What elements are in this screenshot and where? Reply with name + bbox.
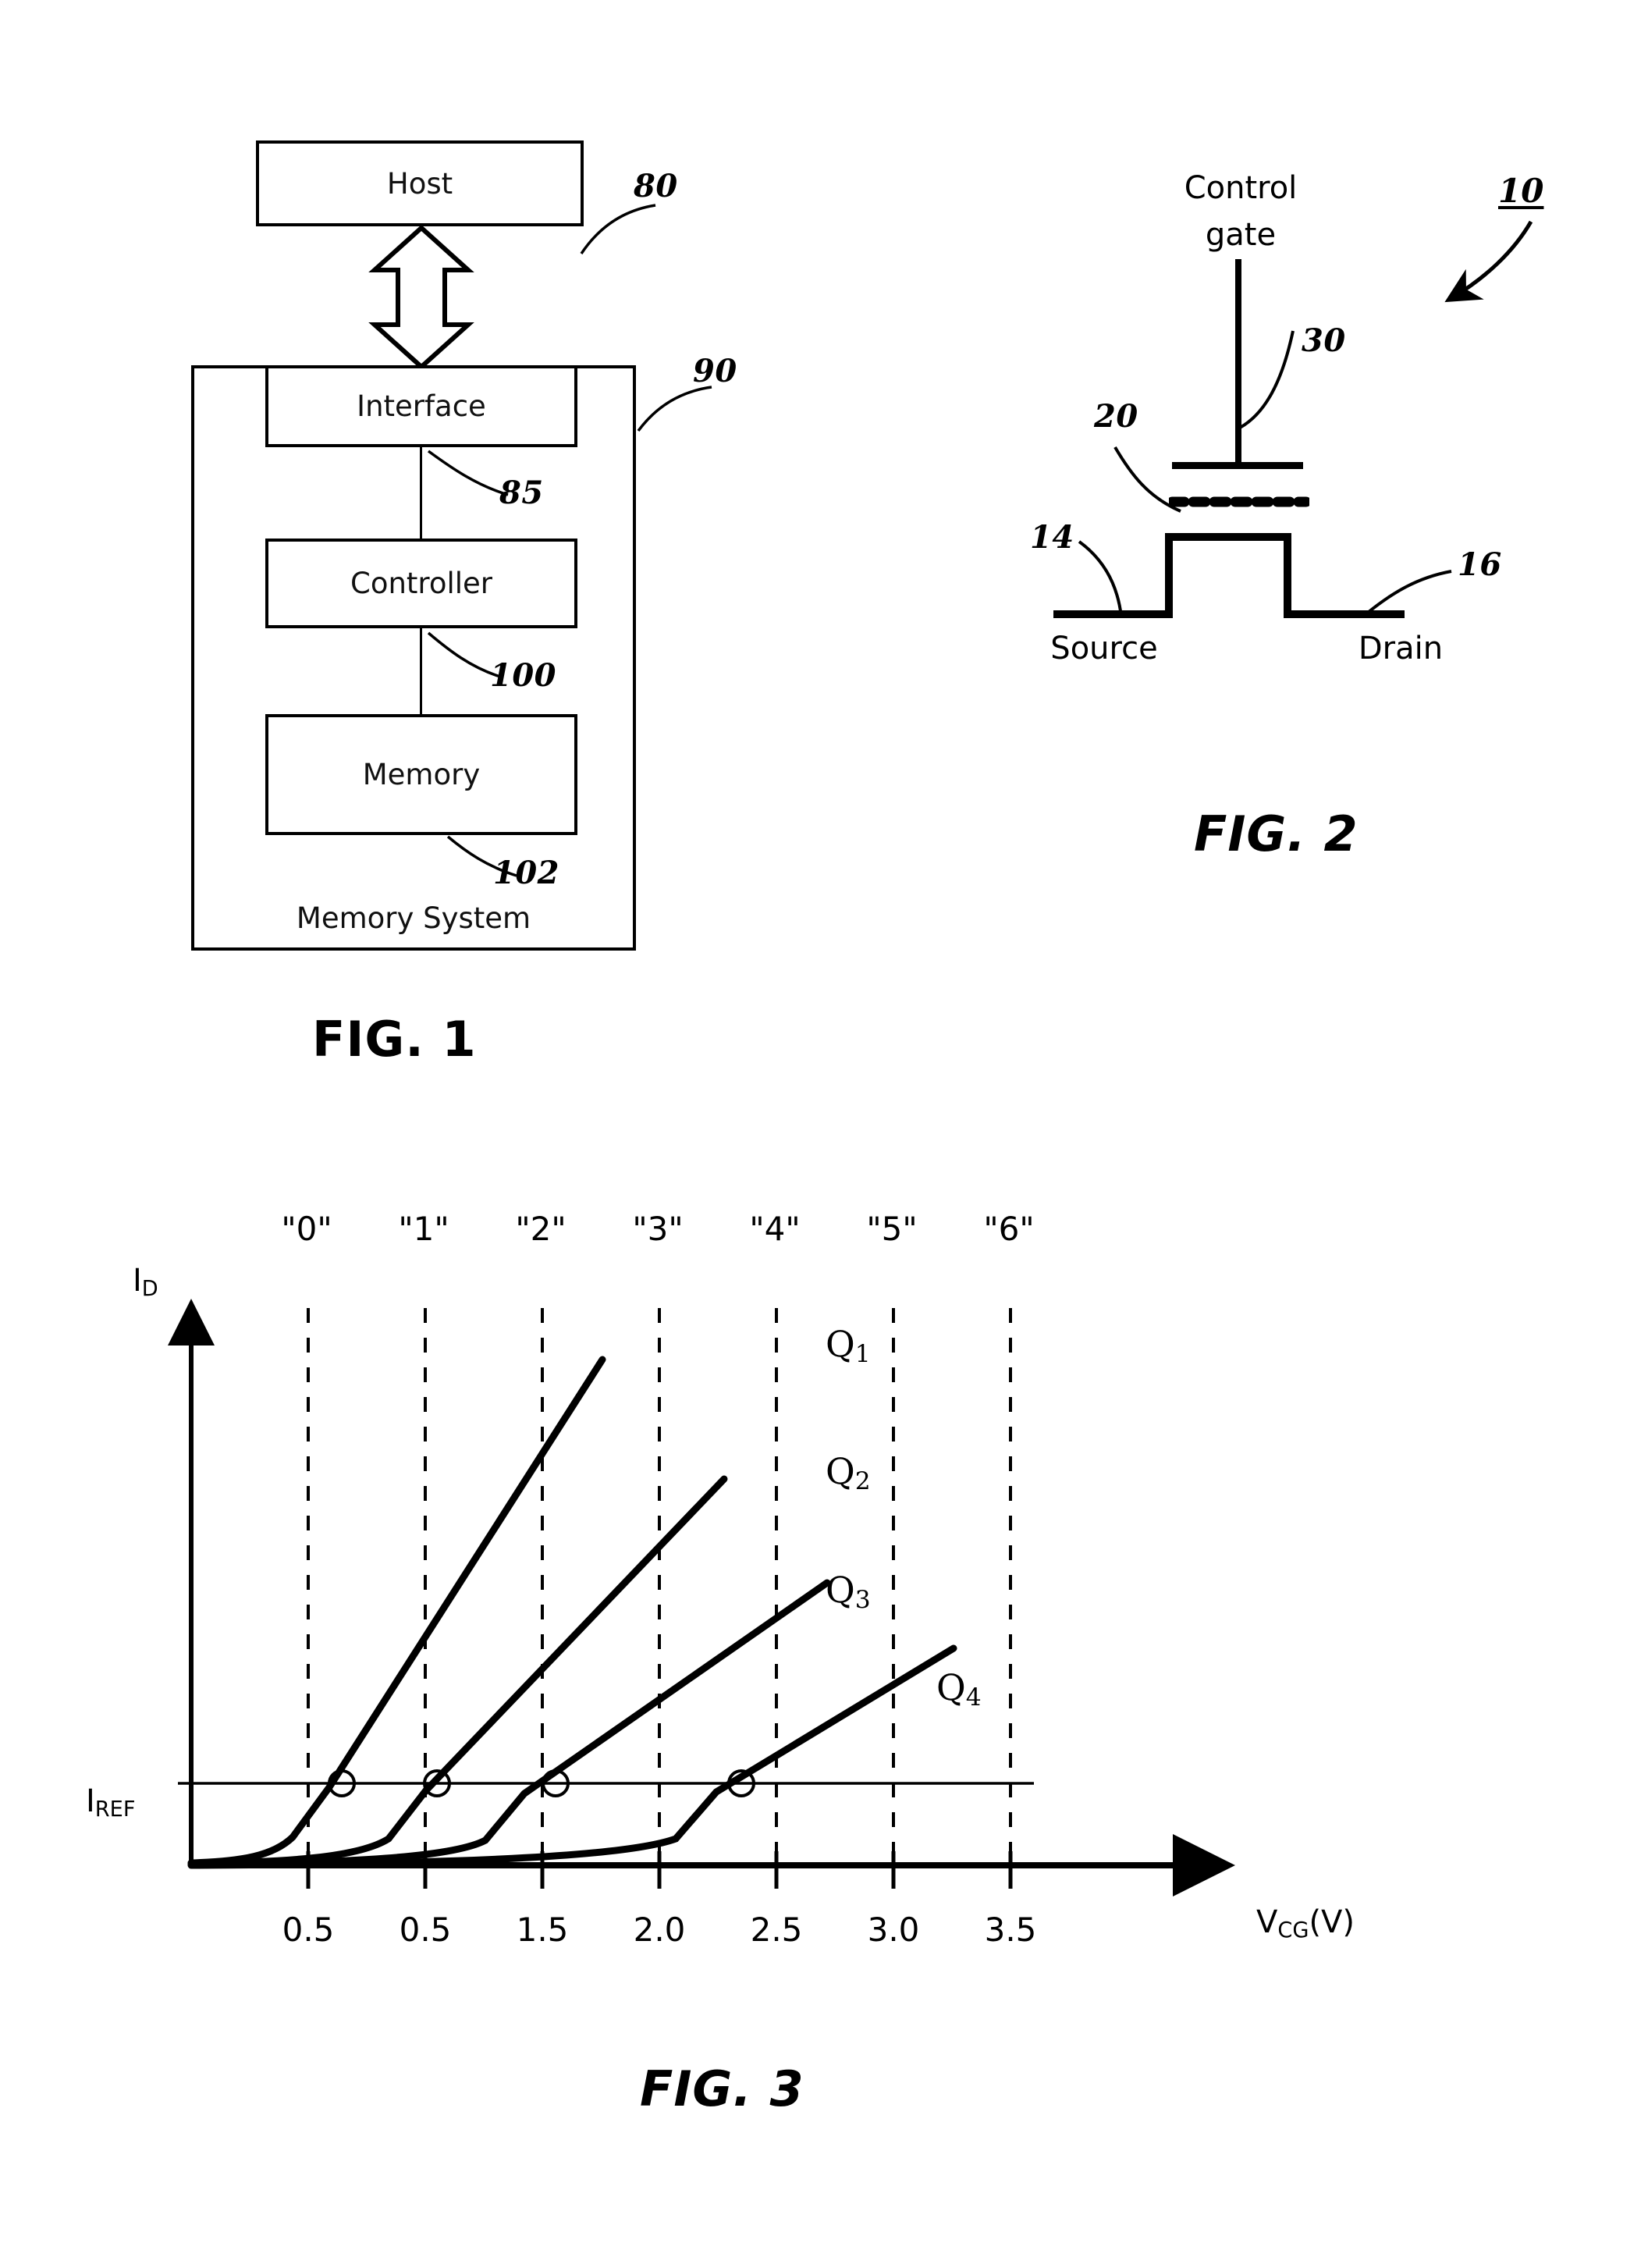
fig3-state-label-0: "0" bbox=[281, 1210, 332, 1248]
fig3-x-tick-label-row: 0.5 0.5 1.5 2.0 2.5 3.0 3.5 bbox=[125, 1911, 1327, 1957]
fig1-ref-90: 90 bbox=[693, 353, 737, 389]
fig1-ref-100: 100 bbox=[490, 657, 556, 694]
fig3-curve-q2-line bbox=[187, 1475, 728, 1868]
fig3-curve-q1-line bbox=[187, 1356, 606, 1867]
figure-3: "0" "1" "2" "3" "4" "5" "6" ID IREF Q1 Q… bbox=[86, 1186, 1467, 2224]
fig3-x-axis-label-main: V bbox=[1256, 1904, 1278, 1940]
fig3-series-label-q4-main: Q bbox=[936, 1666, 966, 1708]
fig1-controller-block: Controller bbox=[265, 539, 577, 628]
fig3-state-label-6: "6" bbox=[983, 1210, 1035, 1248]
fig3-x-tick-label-2: 1.5 bbox=[516, 1911, 569, 1949]
fig3-state-label-5: "5" bbox=[866, 1210, 918, 1248]
fig3-x-tick-label-0: 0.5 bbox=[282, 1911, 335, 1949]
fig1-host-interface-arrow bbox=[368, 225, 474, 370]
fig3-x-tick-label-5: 3.0 bbox=[867, 1911, 920, 1949]
fig1-host-label: Host bbox=[386, 166, 453, 201]
fig3-series-label-q1: Q1 bbox=[826, 1323, 871, 1368]
figure-1: Host 80 Interface 90 85 Controller 100 M… bbox=[0, 0, 819, 1132]
fig3-series-label-q4: Q4 bbox=[936, 1666, 982, 1712]
fig1-interface-label: Interface bbox=[357, 389, 486, 423]
fig2-ref-16: 16 bbox=[1458, 546, 1502, 583]
fig2-control-gate-label-line2: gate bbox=[1205, 217, 1277, 253]
patent-drawing-sheet: Host 80 Interface 90 85 Controller 100 M… bbox=[0, 0, 1648, 2268]
fig3-series-label-q3: Q3 bbox=[826, 1569, 871, 1614]
fig1-memory-system-box bbox=[191, 365, 636, 951]
fig3-state-label-row: "0" "1" "2" "3" "4" "5" "6" bbox=[125, 1210, 1467, 1264]
fig3-series-label-q2-sub: 2 bbox=[854, 1466, 871, 1495]
fig1-memory-label: Memory bbox=[362, 758, 481, 791]
fig3-x-axis-label-tail: (V) bbox=[1309, 1904, 1355, 1940]
fig3-state-label-4: "4" bbox=[749, 1210, 801, 1248]
fig3-series-label-q2: Q2 bbox=[826, 1450, 871, 1495]
fig2-ref-16-leader bbox=[1367, 570, 1452, 613]
fig3-series-label-q3-sub: 3 bbox=[854, 1585, 871, 1614]
fig1-interface-controller-connector bbox=[420, 447, 422, 539]
fig3-x-tick-label-1: 0.5 bbox=[399, 1911, 452, 1949]
fig3-series-label-q3-main: Q bbox=[826, 1569, 855, 1611]
fig3-x-tick-label-4: 2.5 bbox=[750, 1911, 803, 1949]
figure-2: Control gate 10 30 20 14 16 Source Drain… bbox=[999, 133, 1592, 862]
fig3-iref-label-main: I bbox=[86, 1783, 95, 1819]
fig1-controller-memory-connector bbox=[420, 628, 422, 714]
fig3-caption: FIG. 3 bbox=[640, 2060, 804, 2117]
fig2-ref-14-leader bbox=[1078, 540, 1123, 617]
fig3-x-tick-label-3: 2.0 bbox=[633, 1911, 686, 1949]
fig2-ref-14: 14 bbox=[1030, 519, 1074, 556]
fig3-series-label-q1-sub: 1 bbox=[854, 1339, 871, 1368]
fig3-state-label-3: "3" bbox=[632, 1210, 684, 1248]
fig1-ref-85: 85 bbox=[499, 475, 544, 511]
fig2-ref-10: 10 bbox=[1498, 172, 1544, 210]
fig2-caption: FIG. 2 bbox=[1194, 805, 1359, 862]
fig1-controller-label: Controller bbox=[350, 567, 492, 600]
fig1-ref-102: 102 bbox=[493, 855, 559, 891]
fig1-memory-block: Memory bbox=[265, 714, 577, 835]
fig2-source-label: Source bbox=[1050, 631, 1158, 667]
fig3-curve-q3-line bbox=[187, 1579, 831, 1868]
fig2-control-gate-label-line1: Control bbox=[1184, 170, 1298, 206]
fig3-series-label-q4-sub: 4 bbox=[965, 1683, 982, 1712]
fig3-series-label-q1-main: Q bbox=[826, 1323, 855, 1365]
fig1-interface-block: Interface bbox=[265, 365, 577, 447]
fig3-state-label-2: "2" bbox=[515, 1210, 566, 1248]
fig3-x-axis-label: VCG(V) bbox=[1256, 1904, 1355, 1943]
fig3-plot bbox=[168, 1299, 1235, 1897]
fig1-host-block: Host bbox=[256, 140, 584, 226]
fig3-state-label-1: "1" bbox=[398, 1210, 449, 1248]
fig2-ref-20-leader bbox=[1113, 446, 1181, 513]
fig1-ref-80: 80 bbox=[634, 168, 678, 204]
fig2-drain-label: Drain bbox=[1358, 631, 1444, 667]
fig3-state-boundaries bbox=[307, 1308, 1012, 1864]
fig3-x-tick-label-6: 3.5 bbox=[984, 1911, 1037, 1949]
fig2-ref-10-arrow bbox=[1444, 220, 1533, 303]
fig1-caption: FIG. 1 bbox=[312, 1011, 477, 1068]
fig2-ref-30: 30 bbox=[1302, 322, 1346, 359]
fig3-series-label-q2-main: Q bbox=[826, 1450, 855, 1492]
fig2-ref-20: 20 bbox=[1094, 398, 1138, 435]
fig1-memory-system-label: Memory System bbox=[296, 901, 531, 935]
fig3-x-axis-label-sub: CG bbox=[1277, 1918, 1309, 1943]
